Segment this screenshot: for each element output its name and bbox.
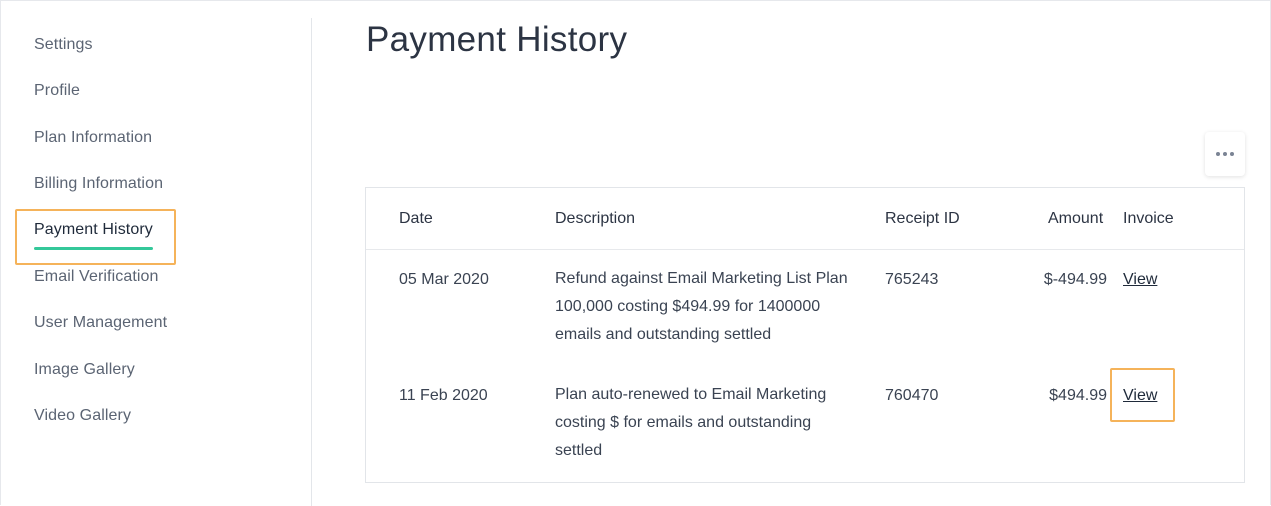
column-header-amount: Amount (1048, 210, 1104, 227)
row-1-receipt-id: 765243 (885, 271, 939, 288)
row-2-description: Plan auto-renewed to Email Marketing cos… (555, 386, 827, 459)
highlight-box-view-invoice (1110, 368, 1175, 422)
more-horizontal-icon (1216, 152, 1220, 156)
page-title: Payment History (366, 20, 628, 59)
row-1-view-invoice-link[interactable]: View (1123, 271, 1157, 289)
row-2-amount: $494.99 (1049, 387, 1107, 404)
sidebar-item-settings[interactable]: Settings (34, 36, 93, 54)
header-divider (366, 249, 1244, 250)
row-1-date: 05 Mar 2020 (399, 271, 489, 288)
sidebar-item-user-management[interactable]: User Management (34, 314, 167, 332)
row-2-receipt-id: 760470 (885, 387, 939, 404)
more-horizontal-icon (1230, 152, 1234, 156)
column-header-invoice: Invoice (1123, 210, 1174, 227)
column-header-description: Description (555, 210, 636, 227)
sidebar-item-video-gallery[interactable]: Video Gallery (34, 407, 131, 425)
row-1-amount: $-494.99 (1043, 271, 1107, 288)
sidebar-item-profile[interactable]: Profile (34, 82, 80, 100)
row-2-date: 11 Feb 2020 (399, 387, 488, 404)
sidebar-item-plan-information[interactable]: Plan Information (34, 129, 152, 147)
column-header-receipt-id: Receipt ID (885, 210, 960, 227)
payment-history-table: Date Description Receipt ID Amount Invoi… (365, 187, 1245, 483)
highlight-box-payment-history (15, 209, 176, 265)
sidebar-item-image-gallery[interactable]: Image Gallery (34, 361, 135, 379)
sidebar-item-email-verification[interactable]: Email Verification (34, 268, 159, 286)
more-options-button[interactable] (1205, 132, 1245, 176)
sidebar-item-billing-information[interactable]: Billing Information (34, 175, 163, 193)
column-header-date: Date (399, 210, 433, 227)
row-1-description: Refund against Email Marketing List Plan… (555, 270, 848, 343)
more-horizontal-icon (1223, 152, 1227, 156)
